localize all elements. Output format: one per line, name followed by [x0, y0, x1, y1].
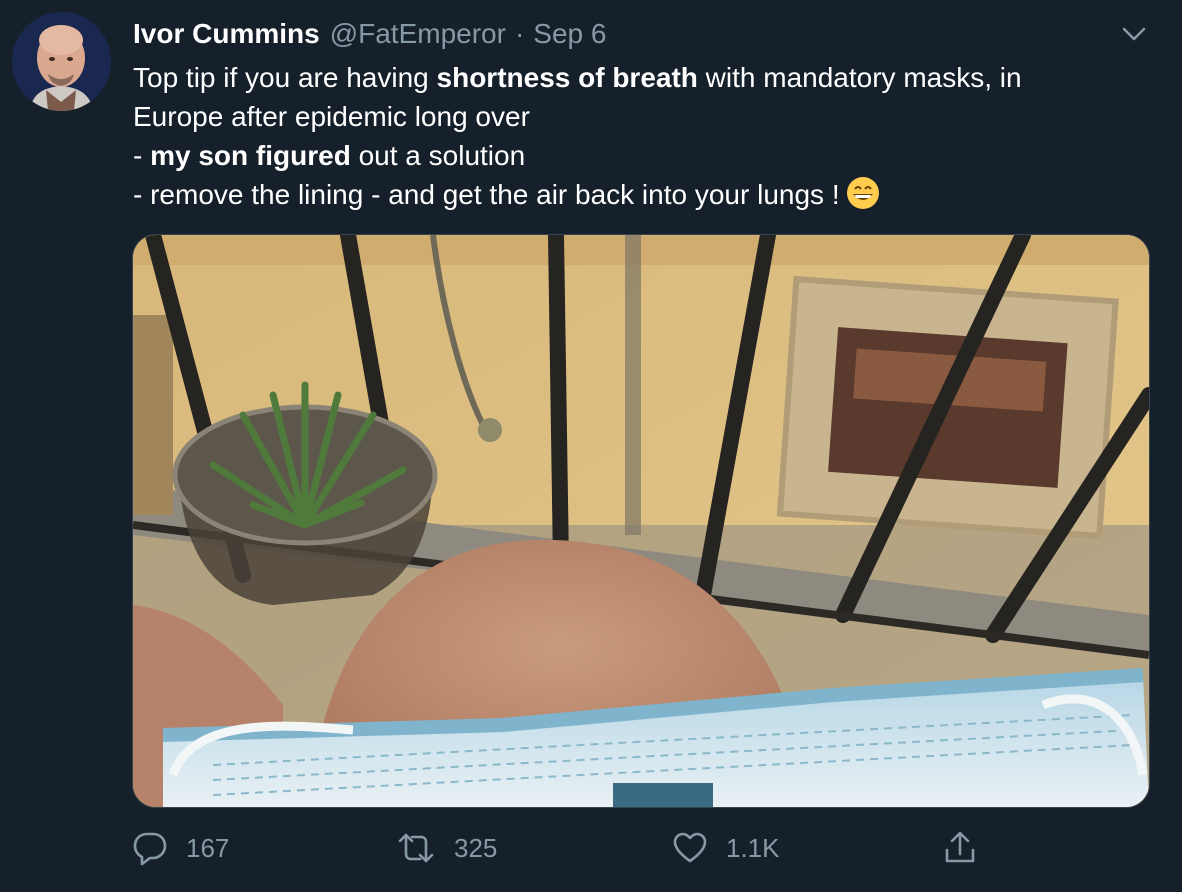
- like-button[interactable]: 1.1K: [672, 826, 780, 870]
- text-run: out a solution: [350, 140, 526, 171]
- bold-text-run: shortness of breath: [436, 62, 698, 93]
- retweet-icon: [398, 833, 434, 863]
- tweet-photo[interactable]: [132, 234, 1150, 808]
- bold-text-run: my son figured: [150, 140, 351, 171]
- text-run: Top tip if you are having: [133, 62, 437, 93]
- emoji-icon: [846, 176, 880, 220]
- reply-button[interactable]: 167: [132, 826, 229, 870]
- tweet-date[interactable]: Sep 6: [533, 18, 606, 50]
- tweet-text: Top tip if you are having shortness of b…: [133, 58, 1153, 220]
- tweet-line-1: Top tip if you are having shortness of b…: [133, 58, 1153, 97]
- tweet-actions: 167 325 1.1K: [132, 826, 1152, 870]
- reply-count: 167: [186, 832, 230, 863]
- reply-icon: [133, 832, 167, 866]
- tweet-line-2: Europe after epidemic long over: [133, 101, 530, 132]
- text-run: - remove the lining - and get the air ba…: [133, 179, 840, 210]
- tweet-card[interactable]: Ivor Cummins @FatEmperor · Sep 6 Top tip…: [0, 0, 1182, 892]
- author-handle[interactable]: @FatEmperor: [330, 18, 506, 50]
- tweet-header: Ivor Cummins @FatEmperor · Sep 6: [133, 14, 606, 54]
- like-icon: [673, 832, 707, 863]
- tweet-line-4: - remove the lining - and get the air ba…: [133, 175, 1153, 220]
- author-name[interactable]: Ivor Cummins: [133, 18, 320, 50]
- share-icon: [945, 831, 975, 863]
- text-run: -: [133, 140, 151, 171]
- share-button[interactable]: [942, 826, 996, 870]
- like-count: 1.1K: [726, 832, 780, 863]
- avatar[interactable]: [12, 12, 111, 111]
- chevron-down-icon[interactable]: [1116, 18, 1152, 50]
- tweet-line-3: - my son figured out a solution: [133, 136, 1153, 175]
- text-run: with mandatory masks, in: [697, 62, 1022, 93]
- separator: ·: [514, 18, 525, 49]
- retweet-count: 325: [454, 832, 498, 863]
- retweet-button[interactable]: 325: [396, 826, 497, 870]
